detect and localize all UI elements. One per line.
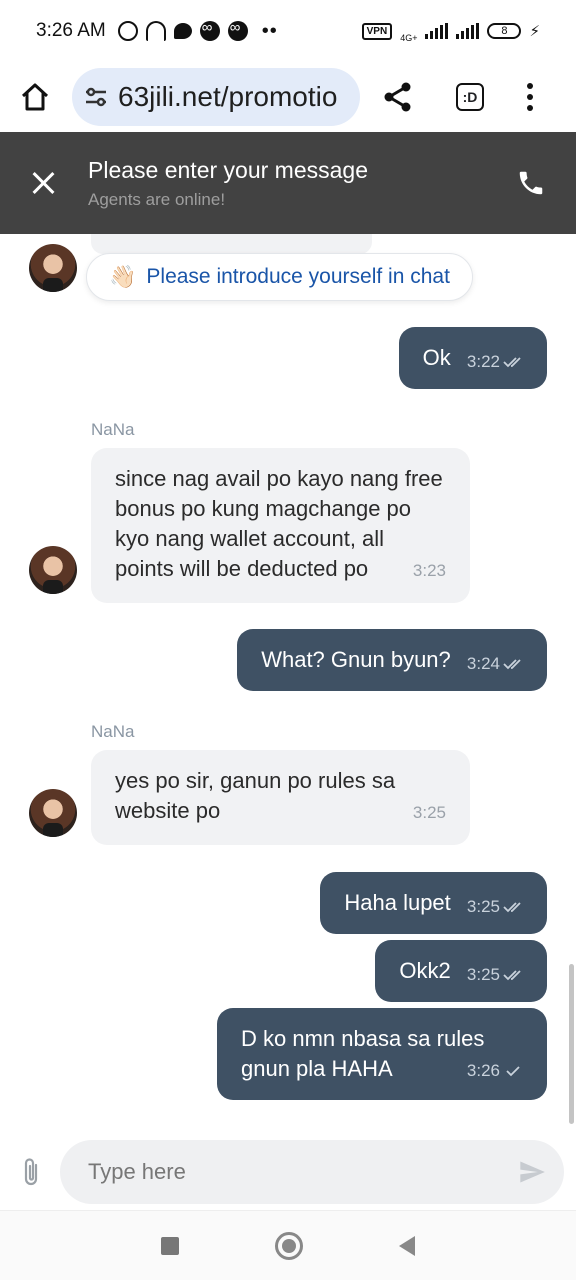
chat-title: Please enter your message (88, 156, 368, 183)
home-icon[interactable] (18, 80, 52, 114)
user-message[interactable]: D ko nmn nbasa sa rules gnun pla HAHA 3:… (217, 1008, 547, 1100)
message-time: 3:26 (467, 1060, 523, 1082)
message-time: 3:25 (467, 964, 523, 986)
message-text: yes po sir, ganun po rules sa website po (115, 768, 396, 823)
message-time: 3:25 (467, 896, 523, 918)
home-button[interactable] (275, 1231, 303, 1260)
status-left: 3:26 AM •• (36, 19, 278, 43)
agent-avatar (29, 546, 77, 594)
message-time: 3:22 (467, 351, 523, 373)
more-notifications-icon: •• (261, 19, 278, 42)
scrollbar[interactable] (569, 964, 574, 1124)
tune-icon[interactable] (84, 85, 108, 109)
link-app-icon (199, 19, 220, 41)
attach-icon[interactable] (18, 1155, 44, 1189)
message-text: What? Gnun byun? (261, 647, 451, 672)
status-bar: 3:26 AM •• VPN 4G+ 8 ⚡ (0, 0, 576, 62)
browser-toolbar: 63jili.net/promotio :D (0, 62, 576, 132)
agent-message[interactable]: yes po sir, ganun po rules sa website po… (91, 750, 470, 845)
headphones-icon (145, 21, 166, 41)
close-icon[interactable] (30, 169, 58, 197)
previous-message-fragment (91, 234, 372, 254)
signal-icon-2 (456, 23, 480, 39)
message-time: 3:25 (412, 803, 446, 822)
user-message[interactable]: Ok 3:22 (398, 327, 547, 389)
double-check-icon (503, 357, 521, 368)
more-vert-icon[interactable] (526, 83, 534, 111)
charging-icon: ⚡ (529, 23, 540, 40)
message-text: Haha lupet (344, 890, 451, 915)
agent-message[interactable]: since nag avail po kayo nang free bonus … (91, 448, 470, 603)
back-button[interactable] (399, 1235, 415, 1256)
check-icon (506, 1066, 520, 1077)
share-icon[interactable] (382, 81, 414, 113)
tab-switcher-icon[interactable]: :D (456, 83, 484, 111)
sender-name: NaNa (91, 420, 135, 439)
recents-button[interactable] (161, 1236, 179, 1255)
introduce-yourself-button[interactable]: 👋🏻 Please introduce yourself in chat (86, 253, 473, 301)
user-message[interactable]: What? Gnun byun? 3:24 (237, 629, 547, 691)
chat-header-text: Please enter your message Agents are onl… (88, 157, 368, 210)
intro-pill-text: Please introduce yourself in chat (146, 265, 450, 288)
vpn-badge: VPN (361, 22, 393, 40)
network-type: 4G+ (400, 32, 418, 43)
double-check-icon (503, 902, 521, 913)
url-text: 63jili.net/promotio (118, 81, 338, 112)
double-check-icon (503, 659, 521, 670)
alarm-icon (117, 21, 138, 41)
phone-icon[interactable] (516, 168, 546, 198)
agent-avatar (29, 244, 77, 292)
message-icon (173, 23, 192, 39)
user-message[interactable]: Haha lupet 3:25 (320, 872, 547, 934)
link-app-icon-2 (227, 19, 248, 41)
message-time: 3:23 (412, 561, 446, 580)
sender-name: NaNa (91, 722, 135, 741)
message-input[interactable] (60, 1140, 564, 1204)
status-time: 3:26 AM (36, 20, 106, 41)
message-time: 3:24 (467, 653, 523, 675)
system-nav-bar (0, 1210, 576, 1280)
message-text: Ok (422, 345, 451, 370)
message-input-bar (0, 1136, 576, 1208)
address-bar[interactable]: 63jili.net/promotio (72, 68, 360, 126)
wave-icon: 👋🏻 (109, 264, 137, 289)
double-check-icon (503, 970, 521, 981)
status-right: VPN 4G+ 8 ⚡ (361, 20, 540, 43)
agent-avatar (29, 789, 77, 837)
message-text: since nag avail po kayo nang free bonus … (115, 466, 443, 581)
message-text: Okk2 (399, 958, 451, 983)
chat-subtitle: Agents are online! (88, 189, 226, 209)
signal-icon (425, 23, 449, 39)
user-message[interactable]: Okk2 3:25 (375, 940, 547, 1002)
chat-messages[interactable]: 👋🏻 Please introduce yourself in chat Ok … (0, 234, 576, 1134)
battery-icon: 8 (487, 23, 522, 39)
send-icon[interactable] (518, 1158, 546, 1186)
chat-header: Please enter your message Agents are onl… (0, 132, 576, 234)
message-text: D ko nmn nbasa sa rules gnun pla HAHA (241, 1026, 485, 1081)
